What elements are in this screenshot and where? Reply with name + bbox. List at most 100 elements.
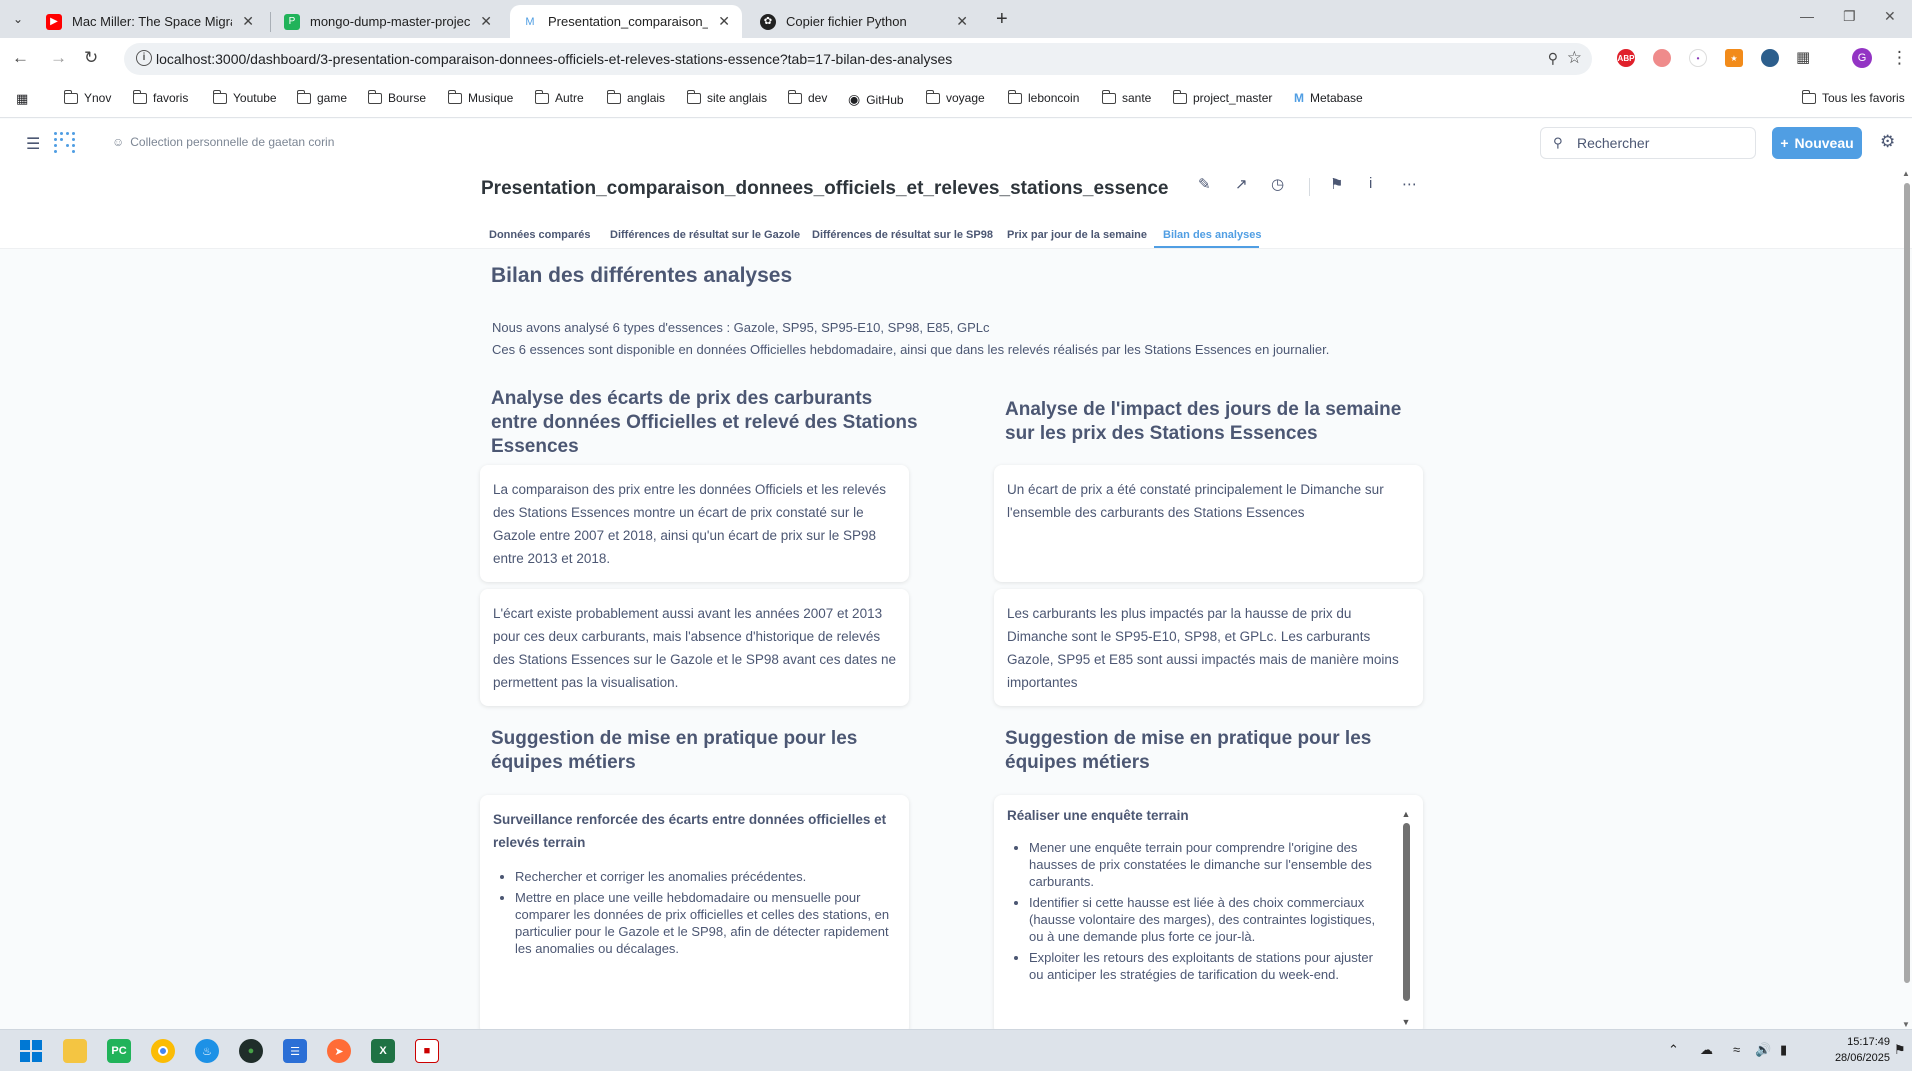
- browser-tab-active[interactable]: M Presentation_comparaison_don ✕: [510, 5, 742, 38]
- history-clock-icon[interactable]: ◷: [1271, 175, 1284, 193]
- tray-chevron-up-icon[interactable]: ⌃: [1668, 1042, 1679, 1058]
- tab-bilan-des-analyses[interactable]: Bilan des analyses: [1163, 229, 1261, 241]
- apps-grid-icon[interactable]: ▦: [16, 91, 28, 107]
- windows-start-icon[interactable]: [19, 1039, 43, 1063]
- mongodb-icon[interactable]: ●: [239, 1039, 263, 1063]
- scroll-down-arrow-icon[interactable]: ▼: [1902, 1020, 1910, 1029]
- new-tab-icon[interactable]: +: [996, 8, 1008, 31]
- volume-icon[interactable]: 🔊: [1755, 1042, 1771, 1058]
- sidebar-toggle-icon[interactable]: ☰: [26, 134, 40, 154]
- tab-prix-par-jour[interactable]: Prix par jour de la semaine: [1007, 229, 1147, 241]
- browser-tab[interactable]: ✿ Copier fichier Python ✕: [748, 5, 980, 38]
- bookmark-folder[interactable]: Youtube: [212, 89, 277, 105]
- url-text[interactable]: localhost:3000/dashboard/3-presentation-…: [156, 51, 952, 67]
- folder-icon: [1101, 89, 1116, 104]
- reload-icon[interactable]: ↻: [84, 48, 98, 68]
- address-bar[interactable]: i localhost:3000/dashboard/3-presentatio…: [124, 43, 1592, 75]
- bookmark-folder[interactable]: leboncoin: [1007, 89, 1079, 105]
- bookmark-folder[interactable]: dev: [787, 89, 827, 105]
- scroll-up-arrow-icon[interactable]: ▲: [1902, 169, 1910, 178]
- more-options-icon[interactable]: ⋯: [1402, 175, 1417, 193]
- site-info-icon[interactable]: i: [136, 50, 152, 66]
- file-explorer-icon[interactable]: [63, 1039, 87, 1063]
- bookmark-folder[interactable]: Musique: [447, 89, 513, 105]
- adblock-extension-icon[interactable]: ABP: [1617, 49, 1635, 67]
- card-scrollbar[interactable]: ▲ ▼: [1401, 809, 1411, 1027]
- scroll-down-arrow-icon[interactable]: ▼: [1401, 1017, 1411, 1027]
- scrollbar-thumb[interactable]: [1904, 183, 1910, 983]
- search-input[interactable]: ⚲ Rechercher: [1540, 127, 1756, 159]
- info-icon[interactable]: i: [1369, 175, 1372, 192]
- bookmark-icon[interactable]: ⚑: [1330, 175, 1343, 193]
- metabase-logo[interactable]: [54, 132, 80, 153]
- bookmark-folder[interactable]: sante: [1101, 89, 1151, 105]
- close-tab-icon[interactable]: ✕: [956, 13, 968, 30]
- restore-icon[interactable]: ❐: [1843, 8, 1856, 25]
- tab-donnees-compares[interactable]: Données comparés: [489, 229, 590, 241]
- bookmark-folder[interactable]: site anglais: [686, 89, 767, 105]
- broadcast-extension-icon[interactable]: •: [1689, 49, 1707, 67]
- new-button[interactable]: + Nouveau: [1772, 127, 1862, 159]
- extensions-puzzle-icon[interactable]: ▦: [1796, 48, 1810, 66]
- all-bookmarks[interactable]: Tous les favoris: [1801, 89, 1905, 105]
- extension-icon[interactable]: [1761, 49, 1779, 67]
- list-item: Mettre en place une veille hebdomadaire …: [515, 889, 896, 957]
- bookmark-metabase[interactable]: M Metabase: [1294, 91, 1363, 105]
- folder-icon: [132, 89, 147, 104]
- battery-icon[interactable]: ▮: [1780, 1042, 1787, 1058]
- app-icon[interactable]: ■: [415, 1039, 439, 1063]
- pycharm-icon[interactable]: PC: [107, 1039, 131, 1063]
- browser-tab[interactable]: ▶ Mac Miller: The Space Migratio ✕: [34, 5, 266, 38]
- youtube-icon: ▶: [46, 13, 62, 30]
- chrome-icon[interactable]: [151, 1039, 175, 1063]
- window-close-icon[interactable]: ✕: [1884, 8, 1896, 25]
- bookmark-folder[interactable]: anglais: [606, 89, 665, 105]
- scroll-up-arrow-icon[interactable]: ▲: [1401, 809, 1411, 819]
- forward-icon[interactable]: →: [50, 48, 67, 68]
- zoom-icon[interactable]: ⚲: [1548, 50, 1558, 67]
- breadcrumb[interactable]: ☺ Collection personnelle de gaetan corin: [112, 135, 334, 149]
- text-card: Un écart de prix a été constaté principa…: [994, 465, 1423, 582]
- close-tab-icon[interactable]: ✕: [242, 13, 254, 30]
- page-scrollbar[interactable]: ▲ ▼: [1902, 169, 1912, 1029]
- tab-differences-gazole[interactable]: Différences de résultat sur le Gazole: [610, 229, 800, 241]
- settings-gear-icon[interactable]: ⚙: [1880, 132, 1895, 152]
- system-clock[interactable]: 15:17:49 28/06/2025: [1812, 1034, 1890, 1066]
- bookmark-github[interactable]: ◉ GitHub: [848, 91, 904, 108]
- minimize-icon[interactable]: —: [1800, 8, 1814, 24]
- bookmark-folder[interactable]: Autre: [534, 89, 584, 105]
- bookmark-folder[interactable]: Bourse: [367, 89, 426, 105]
- onedrive-cloud-icon[interactable]: ☁: [1700, 1042, 1713, 1058]
- back-icon[interactable]: ←: [12, 48, 29, 68]
- bookmark-folder[interactable]: project_master: [1172, 89, 1272, 105]
- pycharm-icon: P: [284, 13, 300, 30]
- section-heading: Bilan des différentes analyses: [491, 264, 793, 287]
- tab-search-chevron-icon[interactable]: ⌄: [6, 8, 30, 30]
- bookmark-folder[interactable]: game: [296, 89, 347, 105]
- edit-pencil-icon[interactable]: ✎: [1198, 175, 1211, 193]
- postman-icon[interactable]: ➤: [327, 1039, 351, 1063]
- docker-icon[interactable]: ♨: [195, 1039, 219, 1063]
- profile-avatar[interactable]: G: [1852, 48, 1872, 68]
- extension-icon[interactable]: [1653, 49, 1671, 67]
- tab-differences-sp98[interactable]: Différences de résultat sur le SP98: [812, 229, 993, 241]
- star-extension-icon[interactable]: ★: [1725, 49, 1743, 67]
- browser-menu-icon[interactable]: ⋮: [1891, 48, 1908, 68]
- share-icon[interactable]: ↗: [1235, 175, 1248, 193]
- close-tab-icon[interactable]: ✕: [718, 13, 730, 30]
- scrollbar-thumb[interactable]: [1403, 823, 1410, 1001]
- folder-icon: [212, 89, 227, 104]
- dashboard-title[interactable]: Presentation_comparaison_donnees_officie…: [481, 178, 1169, 200]
- bookmark-folder[interactable]: favoris: [132, 89, 188, 105]
- bookmark-star-icon[interactable]: ☆: [1567, 48, 1582, 68]
- browser-tab[interactable]: P mongo-dump-master-project - ✕: [272, 5, 504, 38]
- notifications-icon[interactable]: ⚑: [1894, 1042, 1906, 1058]
- bookmark-folder[interactable]: voyage: [925, 89, 985, 105]
- notepad-icon[interactable]: ☰: [283, 1039, 307, 1063]
- close-tab-icon[interactable]: ✕: [480, 13, 492, 30]
- card-text: L'écart existe probablement aussi avant …: [493, 606, 896, 690]
- excel-icon[interactable]: X: [371, 1039, 395, 1063]
- wifi-icon[interactable]: ≈: [1733, 1042, 1740, 1057]
- bookmark-folder[interactable]: Ynov: [63, 89, 111, 105]
- folder-icon: [925, 89, 940, 104]
